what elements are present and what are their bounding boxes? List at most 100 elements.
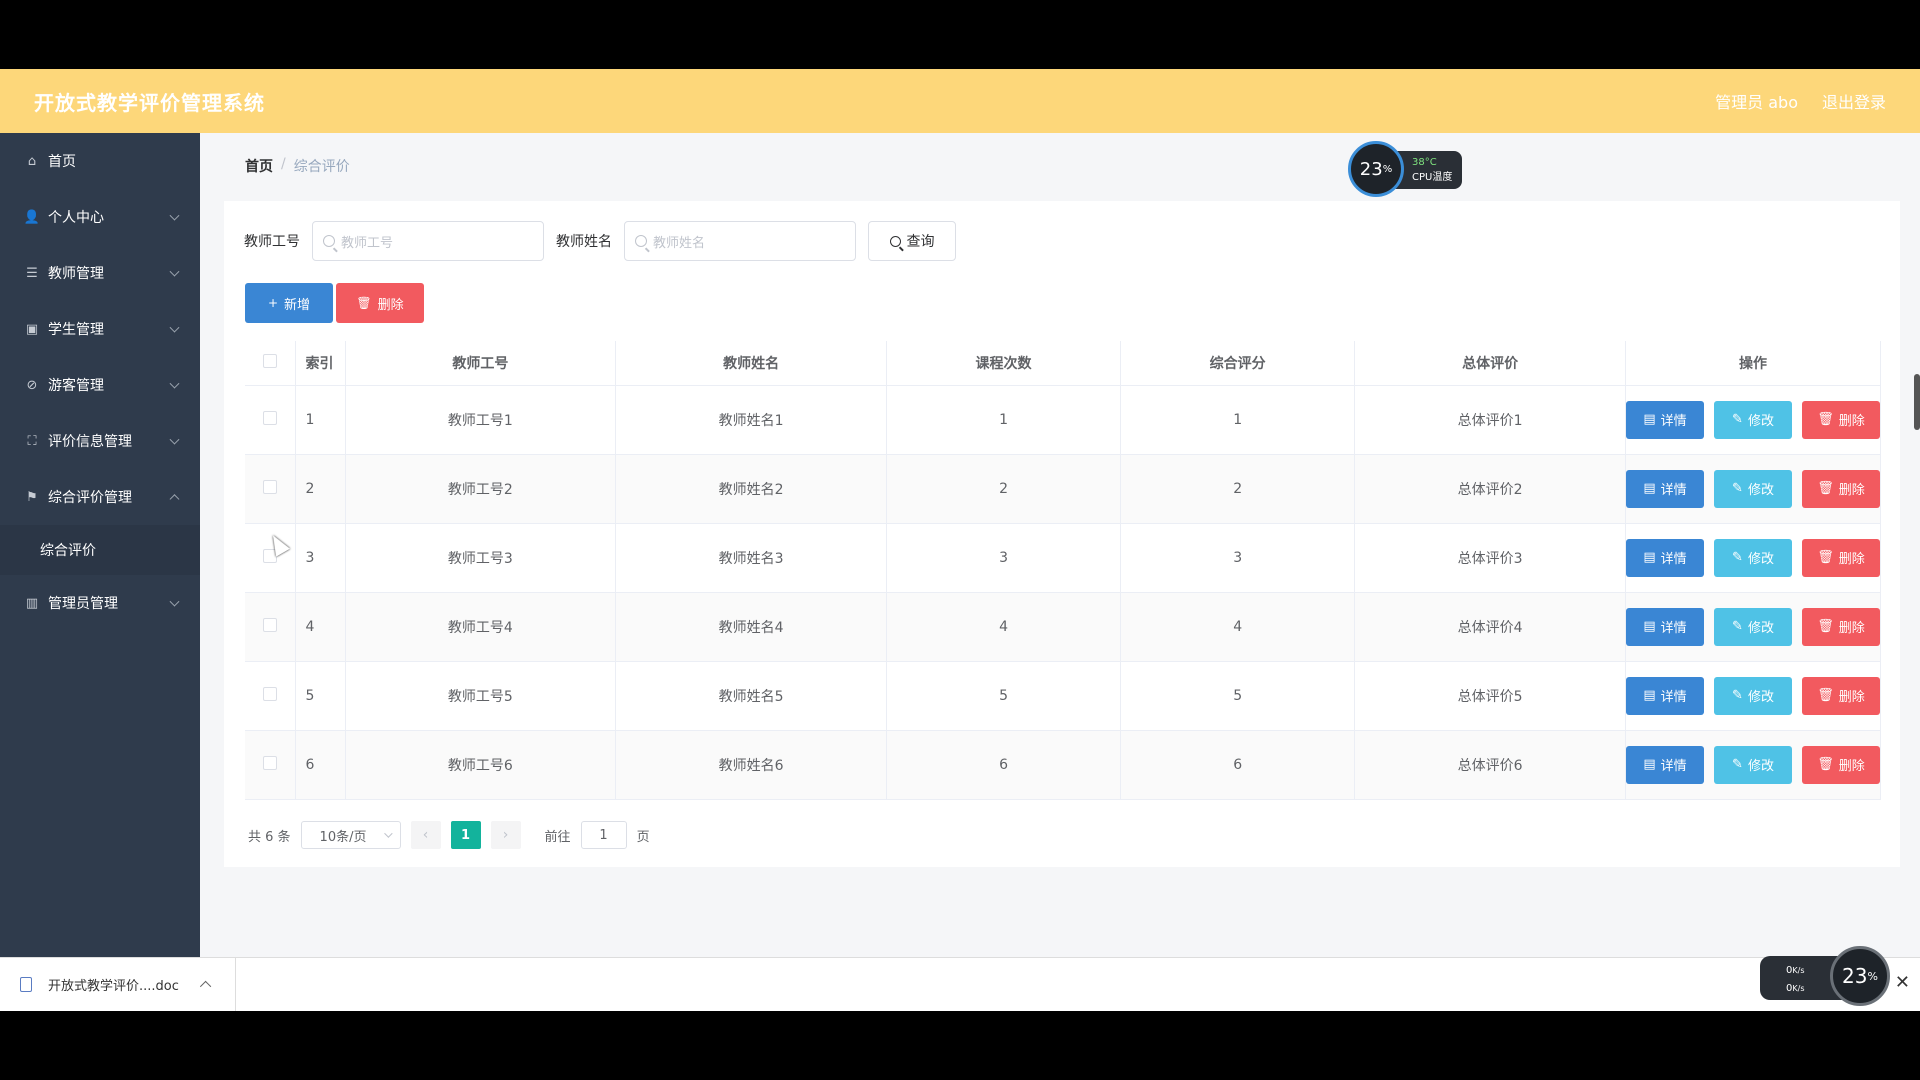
sidebar-item-label: 综合评价管理 <box>48 490 132 506</box>
row-checkbox[interactable] <box>262 686 277 701</box>
row-checkbox[interactable] <box>262 479 277 494</box>
detail-button[interactable]: ▤ 详情 <box>1626 745 1704 784</box>
download-item[interactable]: 开放式教学评价....doc <box>0 958 236 1011</box>
sidebar-item-admin-management[interactable]: ▥ 管理员管理 <box>0 575 200 631</box>
download-bar: 开放式教学评价....doc 0K/s 0K/s 23% ✕ <box>0 946 1920 1011</box>
cell-teacher-id: 教师工号5 <box>345 661 617 731</box>
usage-unit: % <box>1867 969 1878 983</box>
sidebar-item-personal-center[interactable]: 👤 个人中心 <box>0 189 200 245</box>
edit-button[interactable]: ✎ 修改 <box>1714 469 1792 508</box>
cell-teacher-name: 教师姓名6 <box>615 730 887 800</box>
row-checkbox[interactable] <box>262 617 277 632</box>
chevron-down-icon <box>169 210 180 221</box>
teacher-id-input[interactable]: 教师工号 <box>312 221 544 261</box>
sidebar-item-label: 评价信息管理 <box>48 434 132 450</box>
plus-icon: + <box>267 296 279 310</box>
cell-index: 2 <box>295 454 346 524</box>
page-size-select[interactable]: 10条/页 <box>300 821 401 849</box>
goto-page-input[interactable]: 1 <box>580 821 627 849</box>
sidebar-item-student-management[interactable]: ▣ 学生管理 <box>0 301 200 357</box>
detail-button[interactable]: ▤ 详情 <box>1626 676 1704 715</box>
document-file-icon <box>20 977 32 992</box>
edit-label: 修改 <box>1747 621 1774 636</box>
cell-teacher-name: 教师姓名4 <box>615 592 887 662</box>
cell-course-count: 4 <box>886 592 1122 662</box>
row-checkbox[interactable] <box>262 410 277 425</box>
cpu-monitor-widget[interactable]: 38°C CPU温度 23% <box>1348 141 1464 197</box>
delete-label: 删除 <box>1838 621 1865 636</box>
sidebar-item-evaluation-info-management[interactable]: ⛶ 评价信息管理 <box>0 413 200 469</box>
detail-button[interactable]: ▤ 详情 <box>1626 607 1704 646</box>
cell-operations: ▤ 详情 ✎ 修改 🗑 删除 <box>1625 454 1881 524</box>
chevron-down-icon <box>169 378 180 389</box>
row-check-cell <box>245 730 296 800</box>
sidebar-item-label: 学生管理 <box>48 322 104 338</box>
close-icon[interactable]: ✕ <box>1895 972 1910 993</box>
edit-label: 修改 <box>1747 690 1774 705</box>
table-row: 1 教师工号1 教师姓名1 1 1 总体评价1 ▤ 详情 ✎ 修改 🗑 删除 <box>245 385 1881 455</box>
app-screen: 开放式教学评价管理系统 管理员 abo 退出登录 ⌂ 首页 👤 个人中心 ☰ 教… <box>0 69 1920 1011</box>
edit-button[interactable]: ✎ 修改 <box>1714 400 1792 439</box>
cpu-usage-value: 23 <box>1359 158 1383 180</box>
detail-button[interactable]: ▤ 详情 <box>1626 400 1704 439</box>
breadcrumb-home[interactable]: 首页 <box>245 156 273 176</box>
edit-button[interactable]: ✎ 修改 <box>1714 607 1792 646</box>
admin-user-label[interactable]: 管理员 abo <box>1715 89 1798 113</box>
header-overall-score: 综合评分 <box>1120 341 1356 386</box>
sidebar-item-teacher-management[interactable]: ☰ 教师管理 <box>0 245 200 301</box>
sidebar-subitem-comprehensive-evaluation[interactable]: 综合评价 <box>0 525 200 575</box>
cell-course-count: 6 <box>886 730 1122 800</box>
delete-button[interactable]: 🗑 删除 <box>1802 745 1880 784</box>
edit-button[interactable]: ✎ 修改 <box>1714 745 1792 784</box>
row-checkbox[interactable] <box>262 755 277 770</box>
sidebar-item-label: 管理员管理 <box>48 596 118 612</box>
next-page-button[interactable]: › <box>490 821 521 849</box>
usage-gauge: 23% <box>1830 946 1890 1006</box>
detail-button[interactable]: ▤ 详情 <box>1626 538 1704 577</box>
scrollbar-thumb[interactable] <box>1914 374 1920 430</box>
delete-button[interactable]: 🗑 删除 <box>1802 469 1880 508</box>
batch-delete-button[interactable]: 🗑 删除 <box>336 283 424 323</box>
select-all-checkbox[interactable] <box>262 353 277 368</box>
edit-button[interactable]: ✎ 修改 <box>1714 676 1792 715</box>
delete-label: 删除 <box>1838 690 1865 705</box>
home-icon: ⌂ <box>27 153 37 169</box>
select-all-cell <box>245 341 296 386</box>
table-header-row: 索引 教师工号 教师姓名 课程次数 综合评分 总体评价 操作 <box>245 341 1881 386</box>
cell-course-count: 3 <box>886 523 1122 593</box>
sidebar-item-visitor-management[interactable]: ⊘ 游客管理 <box>0 357 200 413</box>
flag-icon: ⚑ <box>26 489 38 505</box>
sidebar-item-home[interactable]: ⌂ 首页 <box>0 133 200 189</box>
cell-overall-score: 1 <box>1120 385 1356 455</box>
delete-label: 删除 <box>1838 759 1865 774</box>
header-overall-evaluation: 总体评价 <box>1354 341 1626 386</box>
pagination: 共 6 条 10条/页 ‹ 1 › 前往 1 页 <box>248 821 650 849</box>
logout-link[interactable]: 退出登录 <box>1822 89 1886 113</box>
teacher-name-input[interactable]: 教师姓名 <box>624 221 856 261</box>
network-monitor-widget[interactable]: 0K/s 0K/s 23% <box>1760 946 1890 1006</box>
query-button[interactable]: 查询 <box>868 221 956 261</box>
cell-overall-score: 5 <box>1120 661 1356 731</box>
delete-button[interactable]: 🗑 删除 <box>1802 538 1880 577</box>
chevron-left-icon: ‹ <box>422 827 429 843</box>
edit-label: 修改 <box>1747 552 1774 567</box>
delete-label: 删除 <box>1838 552 1865 567</box>
document-icon: ▤ <box>1643 619 1656 634</box>
delete-button[interactable]: 🗑 删除 <box>1802 400 1880 439</box>
detail-button[interactable]: ▤ 详情 <box>1626 469 1704 508</box>
prev-page-button[interactable]: ‹ <box>410 821 441 849</box>
pencil-icon: ✎ <box>1732 619 1743 634</box>
delete-button[interactable]: 🗑 删除 <box>1802 607 1880 646</box>
chevron-up-icon[interactable] <box>199 980 212 992</box>
cell-teacher-name: 教师姓名3 <box>615 523 887 593</box>
cell-teacher-name: 教师姓名5 <box>615 661 887 731</box>
page-number-current[interactable]: 1 <box>450 821 481 849</box>
document-icon: ▤ <box>1643 757 1656 772</box>
sidebar-item-comprehensive-evaluation-management[interactable]: ⚑ 综合评价管理 <box>0 469 200 525</box>
breadcrumb-separator: / <box>281 156 286 172</box>
delete-button[interactable]: 🗑 删除 <box>1802 676 1880 715</box>
add-button[interactable]: + 新增 <box>245 283 333 323</box>
cell-operations: ▤ 详情 ✎ 修改 🗑 删除 <box>1625 730 1881 800</box>
clipboard-icon: ▣ <box>25 321 39 337</box>
edit-button[interactable]: ✎ 修改 <box>1714 538 1792 577</box>
